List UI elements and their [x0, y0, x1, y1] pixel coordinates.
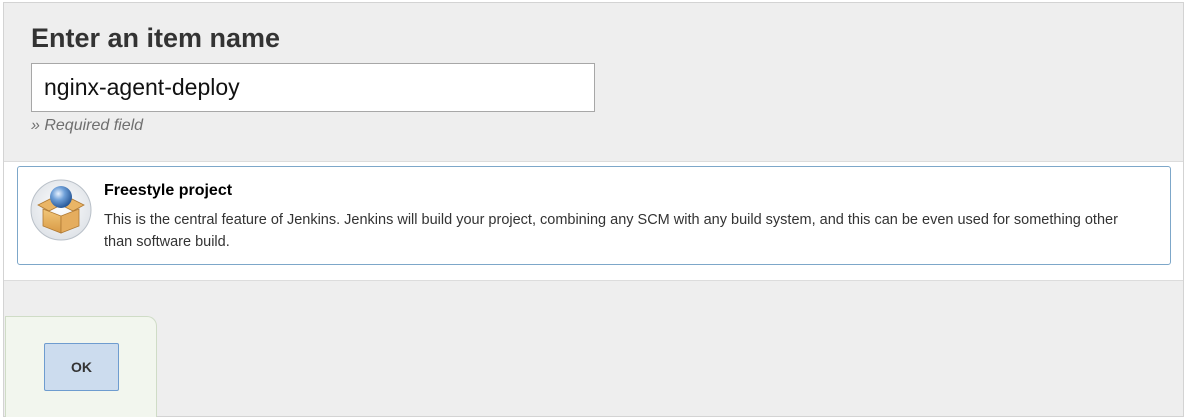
item-name-heading: Enter an item name [31, 23, 281, 53]
item-type-title: Freestyle project [104, 182, 233, 199]
freestyle-project-box-icon [30, 179, 92, 241]
item-type-description: This is the central feature of Jenkins. … [104, 212, 1118, 250]
item-name-input[interactable] [31, 63, 595, 112]
ok-button[interactable]: OK [44, 343, 119, 391]
required-field-hint: » Required field [31, 117, 144, 134]
ok-button-panel: OK [5, 316, 157, 417]
item-type-freestyle-project[interactable]: Freestyle project This is the central fe… [17, 166, 1171, 265]
new-item-form: Enter an item name » Required field [3, 2, 1184, 417]
item-type-list: Freestyle project This is the central fe… [4, 161, 1183, 281]
